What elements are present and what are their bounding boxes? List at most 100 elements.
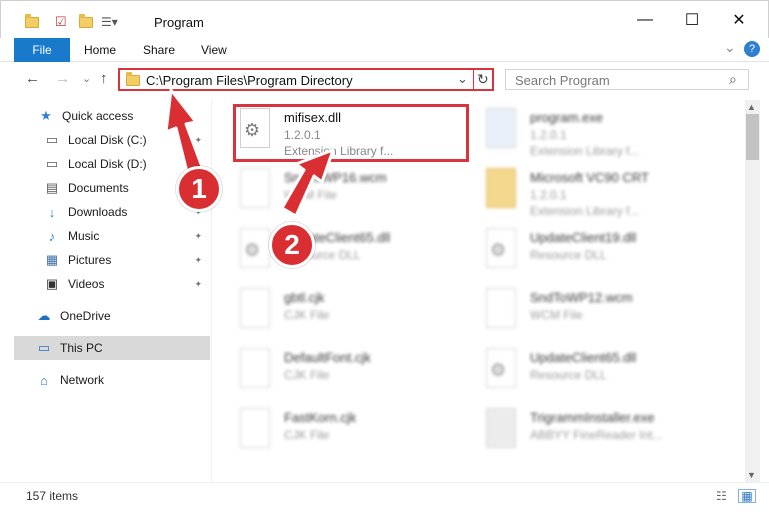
file-name: Microsoft VC90 CRT [530, 170, 649, 185]
list-item[interactable]: FastKorn.cjk CJK File [236, 406, 486, 460]
back-button[interactable]: ← [25, 70, 40, 87]
sidebar-item-local-disk-c[interactable]: ▭ Local Disk (C:) ✦ [14, 128, 210, 152]
file-name: FastKorn.cjk [284, 410, 357, 425]
file-name: SndToWP16.wcm [284, 170, 387, 185]
vertical-scrollbar[interactable]: ▲ ▼ [745, 100, 760, 482]
file-details: WCM File [530, 308, 583, 322]
pin-icon[interactable]: ✦ [194, 135, 202, 146]
sidebar-item-quick-access[interactable]: ★ Quick access [14, 104, 210, 128]
file-details: CJK File [284, 368, 330, 382]
search-box[interactable]: Search Program ⌕ [505, 69, 749, 90]
scroll-thumb[interactable] [746, 114, 759, 160]
tiles-view-icon[interactable]: ▦ [738, 489, 756, 503]
tab-view[interactable]: View [201, 43, 227, 57]
sidebar-item-label: Downloads [68, 205, 128, 219]
sidebar-item-label: Local Disk (D:) [68, 157, 147, 171]
ribbon: File Home Share View ⌄ ? [0, 38, 769, 62]
file-tab[interactable]: File [14, 38, 70, 62]
refresh-icon[interactable]: ↻ [477, 71, 489, 88]
recent-locations-icon[interactable]: ⌄ [82, 72, 91, 85]
scroll-up-icon[interactable]: ▲ [747, 102, 756, 112]
sidebar-item-pictures[interactable]: ▦ Pictures ✦ [14, 248, 210, 272]
drive-icon: ▭ [45, 132, 59, 147]
address-dropdown-icon[interactable]: ⌄ [457, 71, 468, 87]
file-icon [482, 288, 520, 332]
list-item[interactable]: DefaultFont.cjk CJK File [236, 346, 486, 400]
folder-icon [25, 13, 39, 31]
list-item[interactable]: TrigrammInstaller.exe ABBYY FineReader I… [482, 406, 732, 460]
dll-file-icon: ⚙ [236, 228, 274, 272]
network-icon: ⌂ [40, 372, 48, 388]
pin-icon[interactable]: ✦ [194, 279, 202, 290]
sidebar-item-label: Pictures [68, 253, 112, 267]
callout-2: 2 [269, 222, 315, 268]
pin-icon[interactable]: ✦ [194, 231, 202, 242]
download-icon: ↓ [48, 204, 56, 220]
sidebar-item-label: Videos [68, 277, 105, 291]
close-button[interactable]: ✕ [716, 1, 762, 39]
list-item[interactable]: gbtl.cjk CJK File [236, 286, 486, 340]
highlight-box [233, 104, 469, 162]
file-name: UpdateClient65.dll [530, 350, 637, 365]
list-item[interactable]: Microsoft VC90 CRT 1.2.0.1 Extension Libr… [482, 166, 732, 220]
new-folder-icon[interactable] [79, 13, 93, 31]
maximize-button[interactable]: ☐ [669, 1, 715, 39]
item-count: 157 items [26, 489, 79, 503]
video-icon: ▣ [45, 276, 59, 291]
pin-icon[interactable]: ✦ [194, 255, 202, 266]
window-title: Program [154, 15, 204, 30]
list-item[interactable]: SndToWP12.wcm WCM File [482, 286, 732, 340]
sidebar-item-label: Quick access [62, 109, 134, 123]
folder-icon [126, 72, 140, 86]
dll-file-icon: ⚙ [482, 348, 520, 392]
sidebar-item-label: Local Disk (C:) [68, 133, 147, 147]
address-path: C:\Program Files\Program Directory [146, 73, 353, 88]
details-view-icon[interactable]: ☷ [716, 489, 727, 503]
exe-file-icon [482, 408, 520, 452]
callout-1: 1 [176, 166, 222, 212]
file-name: DefaultFont.cjk [284, 350, 371, 365]
list-item[interactable]: ⚙ UpdateClient19.dll Resource DLL [482, 226, 732, 280]
search-placeholder: Search Program [515, 73, 610, 88]
pictures-icon: ▦ [45, 252, 59, 267]
scroll-down-icon[interactable]: ▼ [747, 470, 756, 480]
sidebar-item-label: This PC [60, 341, 103, 355]
list-item[interactable]: program.exe 1.2.0.1 Extension Library f..… [482, 106, 732, 160]
tab-share[interactable]: Share [143, 43, 175, 57]
sidebar-item-label: Music [68, 229, 100, 243]
sidebar-item-network[interactable]: ⌂ Network [14, 368, 210, 392]
status-bar: 157 items ☷ ▦ [0, 482, 769, 522]
sidebar-item-videos[interactable]: ▣ Videos ✦ [14, 272, 210, 296]
sidebar-item-music[interactable]: ♪ Music ✦ [14, 224, 210, 248]
sidebar-item-local-disk-d[interactable]: ▭ Local Disk (D:) ✦ [14, 152, 210, 176]
ribbon-expand-icon[interactable]: ⌄ [724, 39, 736, 56]
file-name: TrigrammInstaller.exe [530, 410, 655, 425]
list-item[interactable]: ⚙ UpdateClient65.dll Resource DLL [482, 346, 732, 400]
file-details: 1.2.0.1 Extension Library f... [530, 128, 640, 158]
sidebar-item-onedrive[interactable]: ☁ OneDrive [14, 304, 210, 328]
file-details: ABBYY FineReader Int... [530, 428, 663, 442]
cloud-icon: ☁ [37, 308, 51, 323]
forward-button[interactable]: → [55, 70, 70, 87]
help-icon[interactable]: ? [744, 41, 760, 57]
properties-icon[interactable]: ☑ [55, 13, 67, 31]
file-name: gbtl.cjk [284, 290, 325, 305]
file-name: SndToWP12.wcm [530, 290, 633, 305]
up-button[interactable]: ↑ [100, 70, 108, 87]
sidebar-item-this-pc[interactable]: ▭ This PC [14, 336, 210, 360]
file-details: Resource DLL [530, 368, 607, 382]
navigation-pane: ★ Quick access ▭ Local Disk (C:) ✦ ▭ Loc… [0, 100, 212, 482]
file-details: WCM File [284, 188, 337, 202]
sidebar-item-label: Documents [68, 181, 129, 195]
folder-icon [482, 168, 520, 212]
minimize-button[interactable]: — [622, 1, 668, 39]
music-icon: ♪ [48, 228, 56, 244]
customize-toolbar-icon[interactable]: ☰▾ [101, 13, 118, 31]
documents-icon: ▤ [45, 180, 59, 195]
list-item[interactable]: SndToWP16.wcm WCM File [236, 166, 486, 220]
address-bar[interactable]: C:\Program Files\Program Directory ⌄ ↻ [118, 68, 494, 91]
computer-icon: ▭ [37, 340, 51, 355]
search-icon[interactable]: ⌕ [729, 71, 737, 88]
file-icon [236, 348, 274, 392]
tab-home[interactable]: Home [84, 43, 116, 57]
